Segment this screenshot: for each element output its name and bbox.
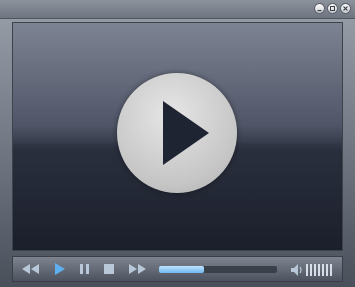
pause-icon	[80, 264, 89, 274]
volume-bar	[314, 264, 316, 276]
seek-bar[interactable]	[159, 266, 277, 273]
fast-forward-icon	[129, 264, 146, 274]
volume-bar	[310, 264, 312, 276]
maximize-button[interactable]	[327, 3, 338, 14]
rewind-icon	[22, 264, 39, 274]
speaker-icon	[291, 264, 302, 276]
play-button[interactable]	[51, 261, 67, 277]
control-bar	[12, 256, 343, 282]
pause-button[interactable]	[77, 261, 93, 277]
minimize-icon	[317, 10, 322, 12]
video-area[interactable]	[12, 22, 343, 251]
close-icon	[343, 6, 348, 11]
media-player-window	[0, 0, 355, 287]
volume-bar	[326, 264, 328, 276]
volume-meter	[291, 264, 332, 276]
play-icon	[55, 263, 65, 275]
volume-bar	[322, 264, 324, 276]
rewind-button[interactable]	[19, 261, 43, 277]
big-play-button[interactable]	[117, 73, 237, 193]
window-controls	[314, 3, 351, 14]
minimize-button[interactable]	[314, 3, 325, 14]
stop-button[interactable]	[101, 261, 117, 277]
volume-bar	[330, 264, 332, 276]
volume-control[interactable]	[289, 261, 337, 279]
seek-progress	[159, 266, 204, 273]
close-button[interactable]	[340, 3, 351, 14]
volume-bar	[306, 264, 308, 276]
play-icon	[163, 101, 209, 165]
title-bar[interactable]	[0, 0, 355, 19]
maximize-icon	[330, 6, 335, 11]
fast-forward-button[interactable]	[125, 261, 149, 277]
volume-bar	[318, 264, 320, 276]
stop-icon	[104, 264, 114, 274]
